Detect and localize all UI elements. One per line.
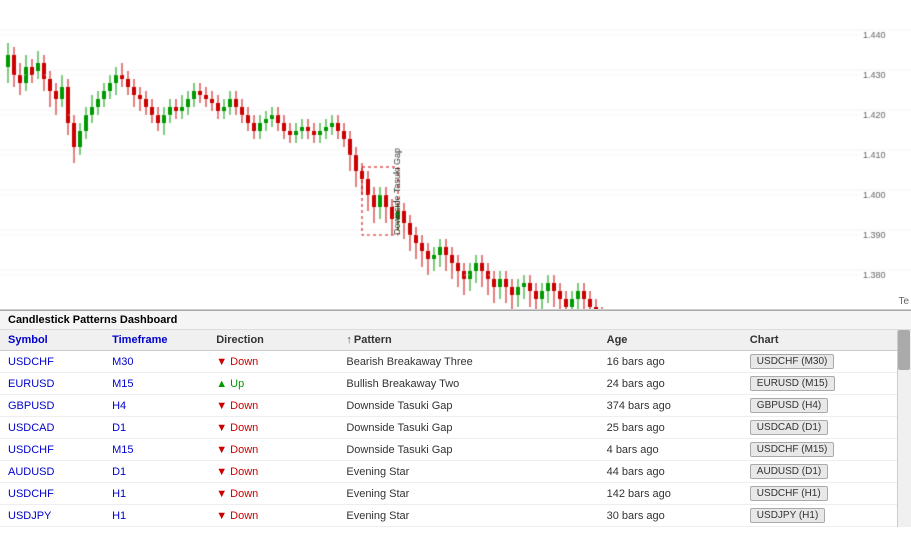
table-row: USDJPY H1 ▼ Down Evening Star 30 bars ag… — [0, 505, 911, 527]
cell-tf: D1 — [104, 417, 208, 439]
cell-symbol: EURUSD — [0, 373, 104, 395]
cell-chart-btn[interactable]: USDCHF (H1) — [742, 483, 911, 505]
cell-age: 4 bars ago — [599, 439, 742, 461]
col-header-chart: Chart — [742, 330, 911, 351]
direction-icon: ▼ Down — [216, 356, 258, 368]
col-header-dir: Direction — [208, 330, 338, 351]
cell-symbol: GBPUSD — [0, 395, 104, 417]
cell-pattern: Bearish Breakaway Three — [338, 351, 598, 373]
chart-area: GBPUSD,H4 1.41710 1.41761 1.41703 1.4174… — [0, 0, 911, 310]
cell-chart-btn[interactable]: EURUSD (M15) — [742, 373, 911, 395]
candlestick-chart — [0, 0, 911, 310]
cell-tf: M15 — [104, 439, 208, 461]
cell-symbol: AUDUSD — [0, 461, 104, 483]
direction-icon: ▲ Up — [216, 378, 244, 390]
cell-symbol: USDCAD — [0, 417, 104, 439]
cell-tf: H1 — [104, 483, 208, 505]
cell-symbol: USDCHF — [0, 439, 104, 461]
chart-button[interactable]: AUDUSD (D1) — [750, 464, 828, 479]
cell-age: 44 bars ago — [599, 461, 742, 483]
te-label: Te — [898, 296, 909, 307]
scrollbar-thumb[interactable] — [898, 330, 910, 370]
cell-age: 30 bars ago — [599, 505, 742, 527]
direction-icon: ▼ Down — [216, 400, 258, 412]
direction-icon: ▼ Down — [216, 444, 258, 456]
col-header-age: Age — [599, 330, 742, 351]
col-header-pattern: ↑Pattern — [338, 330, 598, 351]
cell-dir: ▼ Down — [208, 351, 338, 373]
table-row: USDCHF M30 ▼ Down Bearish Breakaway Thre… — [0, 351, 911, 373]
cell-symbol: USDCHF — [0, 351, 104, 373]
col-header-tf: Timeframe — [104, 330, 208, 351]
cell-tf: M30 — [104, 351, 208, 373]
direction-icon: ▼ Down — [216, 422, 258, 434]
cell-pattern: Bullish Breakaway Two — [338, 373, 598, 395]
dashboard-wrapper: Symbol Timeframe Direction ↑Pattern Age … — [0, 330, 911, 527]
cell-dir: ▼ Down — [208, 395, 338, 417]
chart-button[interactable]: GBPUSD (H4) — [750, 398, 828, 413]
cell-pattern: Evening Star — [338, 505, 598, 527]
table-row: EURUSD M15 ▲ Up Bullish Breakaway Two 24… — [0, 373, 911, 395]
chart-button[interactable]: USDCHF (H1) — [750, 486, 828, 501]
chart-button[interactable]: USDCHF (M30) — [750, 354, 835, 369]
cell-dir: ▲ Up — [208, 373, 338, 395]
cell-tf: D1 — [104, 461, 208, 483]
cell-tf: M15 — [104, 373, 208, 395]
cell-pattern: Downside Tasuki Gap — [338, 395, 598, 417]
cell-chart-btn[interactable]: GBPUSD (H4) — [742, 395, 911, 417]
cell-dir: ▼ Down — [208, 461, 338, 483]
scrollbar[interactable] — [897, 330, 911, 527]
cell-dir: ▼ Down — [208, 505, 338, 527]
chart-button[interactable]: EURUSD (M15) — [750, 376, 835, 391]
dashboard: Candlestick Patterns Dashboard Symbol Ti… — [0, 310, 911, 527]
cell-tf: H1 — [104, 505, 208, 527]
chart-button[interactable]: USDJPY (H1) — [750, 508, 826, 523]
table-body: USDCHF M30 ▼ Down Bearish Breakaway Thre… — [0, 351, 911, 527]
table-row: USDCHF H1 ▼ Down Evening Star 142 bars a… — [0, 483, 911, 505]
cell-pattern: Evening Star — [338, 461, 598, 483]
cell-symbol: USDJPY — [0, 505, 104, 527]
cell-dir: ▼ Down — [208, 417, 338, 439]
table-row: AUDUSD D1 ▼ Down Evening Star 44 bars ag… — [0, 461, 911, 483]
cell-pattern: Downside Tasuki Gap — [338, 439, 598, 461]
table-row: USDCHF M15 ▼ Down Downside Tasuki Gap 4 … — [0, 439, 911, 461]
cell-chart-btn[interactable]: USDCHF (M30) — [742, 351, 911, 373]
cell-symbol: USDCHF — [0, 483, 104, 505]
col-header-symbol: Symbol — [0, 330, 104, 351]
dashboard-title: Candlestick Patterns Dashboard — [0, 311, 911, 330]
cell-age: 142 bars ago — [599, 483, 742, 505]
cell-chart-btn[interactable]: USDJPY (H1) — [742, 505, 911, 527]
cell-dir: ▼ Down — [208, 483, 338, 505]
direction-icon: ▼ Down — [216, 488, 258, 500]
chart-button[interactable]: USDCAD (D1) — [750, 420, 828, 435]
table-row: GBPUSD H4 ▼ Down Downside Tasuki Gap 374… — [0, 395, 911, 417]
direction-icon: ▼ Down — [216, 466, 258, 478]
sort-arrow-icon: ↑ — [346, 334, 352, 346]
patterns-table: Symbol Timeframe Direction ↑Pattern Age … — [0, 330, 911, 527]
cell-age: 16 bars ago — [599, 351, 742, 373]
cell-chart-btn[interactable]: AUDUSD (D1) — [742, 461, 911, 483]
cell-age: 374 bars ago — [599, 395, 742, 417]
cell-age: 25 bars ago — [599, 417, 742, 439]
cell-chart-btn[interactable]: USDCHF (M15) — [742, 439, 911, 461]
direction-icon: ▼ Down — [216, 510, 258, 522]
cell-age: 24 bars ago — [599, 373, 742, 395]
cell-chart-btn[interactable]: USDCAD (D1) — [742, 417, 911, 439]
table-row: USDCAD D1 ▼ Down Downside Tasuki Gap 25 … — [0, 417, 911, 439]
cell-pattern: Evening Star — [338, 483, 598, 505]
cell-pattern: Downside Tasuki Gap — [338, 417, 598, 439]
cell-dir: ▼ Down — [208, 439, 338, 461]
table-header-row: Symbol Timeframe Direction ↑Pattern Age … — [0, 330, 911, 351]
chart-button[interactable]: USDCHF (M15) — [750, 442, 835, 457]
cell-tf: H4 — [104, 395, 208, 417]
